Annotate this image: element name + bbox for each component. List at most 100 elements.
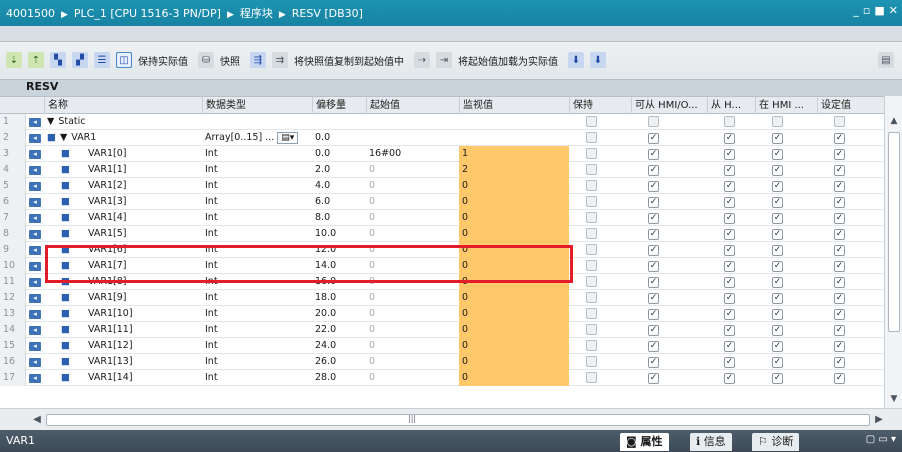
datatype-cell[interactable]: Int <box>202 194 312 210</box>
start-value-cell[interactable]: 0 <box>366 226 459 242</box>
table-row[interactable]: 6 ◂ ■ VAR1[3] Int 6.0 0 0 ✓ ✓ ✓ ✓ <box>0 194 884 210</box>
retain-checkbox[interactable] <box>586 116 597 127</box>
name-cell[interactable]: ■ VAR1[9] <box>44 290 202 306</box>
start-value-cell[interactable]: 0 <box>366 290 459 306</box>
hmi-visible-checkbox[interactable]: ✓ <box>772 325 783 336</box>
tab-properties[interactable]: ◙ 属性 <box>620 433 669 451</box>
table-row[interactable]: 5 ◂ ■ VAR1[2] Int 4.0 0 0 ✓ ✓ ✓ ✓ <box>0 178 884 194</box>
hmi-access-checkbox[interactable]: ✓ <box>648 309 659 320</box>
hmi-visible-checkbox[interactable]: ✓ <box>772 197 783 208</box>
start-value-cell[interactable]: 0 <box>366 178 459 194</box>
minimize-icon[interactable]: _ <box>853 4 859 17</box>
scroll-left-icon[interactable]: ◀ <box>30 413 44 427</box>
add-row-icon[interactable]: ⇡ <box>28 52 44 68</box>
setpoint-checkbox[interactable]: ✓ <box>834 197 845 208</box>
inspector-controls-icon[interactable]: ▢ ▭ ▾ <box>866 434 896 445</box>
datatype-dropdown-icon[interactable]: ▤▾ <box>277 132 299 144</box>
retain-checkbox[interactable] <box>586 276 597 287</box>
name-cell[interactable]: ■ VAR1[2] <box>44 178 202 194</box>
snapshot-icon[interactable]: ⇶ <box>250 52 266 68</box>
start-value-cell[interactable]: 0 <box>366 354 459 370</box>
monitor-icon[interactable]: ◫ <box>116 52 132 68</box>
name-cell[interactable]: ■ VAR1[5] <box>44 226 202 242</box>
name-cell[interactable]: ■ VAR1[10] <box>44 306 202 322</box>
setpoint-checkbox[interactable]: ✓ <box>834 373 845 384</box>
setpoint-checkbox[interactable] <box>834 116 845 127</box>
header-retain[interactable]: 保持 <box>569 97 631 114</box>
hmi-writable-checkbox[interactable]: ✓ <box>724 213 735 224</box>
table-row[interactable]: 1 ◂ ▼ Static <box>0 114 884 130</box>
hmi-visible-checkbox[interactable]: ✓ <box>772 165 783 176</box>
datatype-cell[interactable] <box>202 114 312 130</box>
table-row[interactable]: 16 ◂ ■ VAR1[13] Int 26.0 0 0 ✓ ✓ ✓ ✓ <box>0 354 884 370</box>
start-value-cell[interactable]: 0 <box>366 194 459 210</box>
header-name[interactable]: 名称 <box>44 97 202 114</box>
hmi-writable-checkbox[interactable]: ✓ <box>724 133 735 144</box>
hmi-visible-checkbox[interactable]: ✓ <box>772 261 783 272</box>
hmi-visible-checkbox[interactable] <box>772 116 783 127</box>
hmi-visible-checkbox[interactable]: ✓ <box>772 213 783 224</box>
retain-checkbox[interactable] <box>586 196 597 207</box>
hmi-access-checkbox[interactable]: ✓ <box>648 357 659 368</box>
load-all-icon[interactable]: ⬇ <box>590 52 606 68</box>
scroll-down-icon[interactable]: ▼ <box>887 392 901 406</box>
hmi-access-checkbox[interactable]: ✓ <box>648 245 659 256</box>
hmi-visible-checkbox[interactable]: ✓ <box>772 149 783 160</box>
copy-all-icon[interactable]: ⇥ <box>436 52 452 68</box>
hmi-visible-checkbox[interactable]: ✓ <box>772 357 783 368</box>
header-hmi-access[interactable]: 可从 HMI/O... <box>631 97 707 114</box>
setpoint-checkbox[interactable]: ✓ <box>834 309 845 320</box>
retain-checkbox[interactable] <box>586 228 597 239</box>
table-row[interactable]: 2 ◂ ■ ▼ VAR1 Array[0..15] ... ▤▾ 0.0 ✓ ✓ ✓ ✓ <box>0 130 884 146</box>
hmi-writable-checkbox[interactable]: ✓ <box>724 197 735 208</box>
hmi-access-checkbox[interactable]: ✓ <box>648 197 659 208</box>
setpoint-checkbox[interactable]: ✓ <box>834 277 845 288</box>
setpoint-checkbox[interactable]: ✓ <box>834 293 845 304</box>
table-row[interactable]: 7 ◂ ■ VAR1[4] Int 8.0 0 0 ✓ ✓ ✓ ✓ <box>0 210 884 226</box>
setpoint-checkbox[interactable]: ✓ <box>834 357 845 368</box>
hmi-visible-checkbox[interactable]: ✓ <box>772 373 783 384</box>
breadcrumb-project[interactable]: 4001500 <box>6 7 55 20</box>
hmi-access-checkbox[interactable]: ✓ <box>648 133 659 144</box>
datatype-cell[interactable]: Int <box>202 322 312 338</box>
hmi-access-checkbox[interactable]: ✓ <box>648 293 659 304</box>
datatype-cell[interactable]: Int <box>202 146 312 162</box>
datatype-cell[interactable]: Int <box>202 354 312 370</box>
expand-triangle-icon[interactable]: ▼ <box>60 132 67 143</box>
settings-icon[interactable]: ▤ <box>878 52 894 68</box>
datatype-cell[interactable]: Int <box>202 162 312 178</box>
hmi-writable-checkbox[interactable]: ✓ <box>724 293 735 304</box>
header-hmi-writable[interactable]: 从 H... <box>707 97 755 114</box>
name-cell[interactable]: ■ ▼ VAR1 <box>44 130 202 146</box>
retain-checkbox[interactable] <box>586 212 597 223</box>
name-cell[interactable]: ■ VAR1[0] <box>44 146 202 162</box>
table-row[interactable]: 8 ◂ ■ VAR1[5] Int 10.0 0 0 ✓ ✓ ✓ ✓ <box>0 226 884 242</box>
datatype-cell[interactable]: Int <box>202 306 312 322</box>
hmi-access-checkbox[interactable]: ✓ <box>648 261 659 272</box>
hmi-writable-checkbox[interactable]: ✓ <box>724 229 735 240</box>
hmi-writable-checkbox[interactable]: ✓ <box>724 277 735 288</box>
datatype-cell[interactable]: Int <box>202 370 312 386</box>
hmi-access-checkbox[interactable]: ✓ <box>648 341 659 352</box>
hmi-visible-checkbox[interactable]: ✓ <box>772 229 783 240</box>
tab-diagnostics[interactable]: ⚐ 诊断 <box>752 433 800 451</box>
retain-checkbox[interactable] <box>586 244 597 255</box>
retain-checkbox[interactable] <box>586 372 597 383</box>
hmi-access-checkbox[interactable]: ✓ <box>648 373 659 384</box>
scroll-right-icon[interactable]: ▶ <box>872 413 886 427</box>
retain-actual-label[interactable]: 保持实际值 <box>138 53 188 68</box>
hmi-access-checkbox[interactable]: ✓ <box>648 325 659 336</box>
setpoint-checkbox[interactable]: ✓ <box>834 261 845 272</box>
float-icon[interactable]: ▫ <box>863 4 870 17</box>
breadcrumb-db[interactable]: RESV [DB30] <box>292 7 363 20</box>
hmi-access-checkbox[interactable]: ✓ <box>648 165 659 176</box>
hmi-writable-checkbox[interactable]: ✓ <box>724 261 735 272</box>
list-icon[interactable]: ☰ <box>94 52 110 68</box>
breadcrumb-program-blocks[interactable]: 程序块 <box>240 7 273 20</box>
header-datatype[interactable]: 数据类型 <box>202 97 312 114</box>
tab-info[interactable]: ℹ 信息 <box>690 433 732 451</box>
hmi-access-checkbox[interactable]: ✓ <box>648 213 659 224</box>
datatype-cell[interactable]: Array[0..15] ... ▤▾ <box>202 130 312 146</box>
retain-checkbox[interactable] <box>586 180 597 191</box>
retain-checkbox[interactable] <box>586 148 597 159</box>
